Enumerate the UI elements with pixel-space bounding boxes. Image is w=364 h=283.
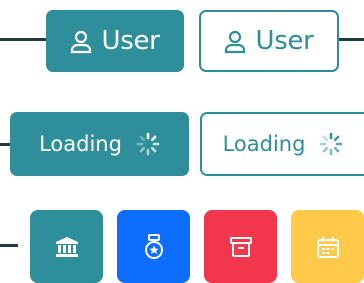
medal-icon — [144, 233, 164, 260]
user-button-filled[interactable]: User — [46, 10, 184, 72]
loading-button-filled[interactable]: Loading — [10, 112, 189, 176]
user-button-label: User — [101, 26, 160, 56]
bank-button[interactable] — [30, 210, 103, 283]
user-button-label: User — [255, 26, 314, 56]
archive-button[interactable] — [204, 210, 277, 283]
loading-button-outline[interactable]: Loading — [200, 112, 364, 176]
connector-line — [0, 143, 10, 146]
spinner-icon — [319, 132, 343, 156]
loading-button-label: Loading — [39, 132, 122, 156]
medal-button[interactable] — [117, 210, 190, 283]
loading-button-label: Loading — [222, 132, 306, 156]
calendar-icon — [316, 236, 339, 258]
archive-icon — [229, 236, 252, 258]
bank-icon — [55, 236, 78, 257]
user-button-outline[interactable]: User — [199, 10, 339, 72]
spinner-icon — [136, 132, 160, 156]
connector-line — [0, 244, 18, 247]
connector-line — [0, 38, 46, 41]
user-icon — [224, 30, 246, 54]
user-icon — [70, 30, 92, 54]
calendar-button[interactable] — [291, 210, 364, 283]
connector-line — [339, 38, 364, 41]
